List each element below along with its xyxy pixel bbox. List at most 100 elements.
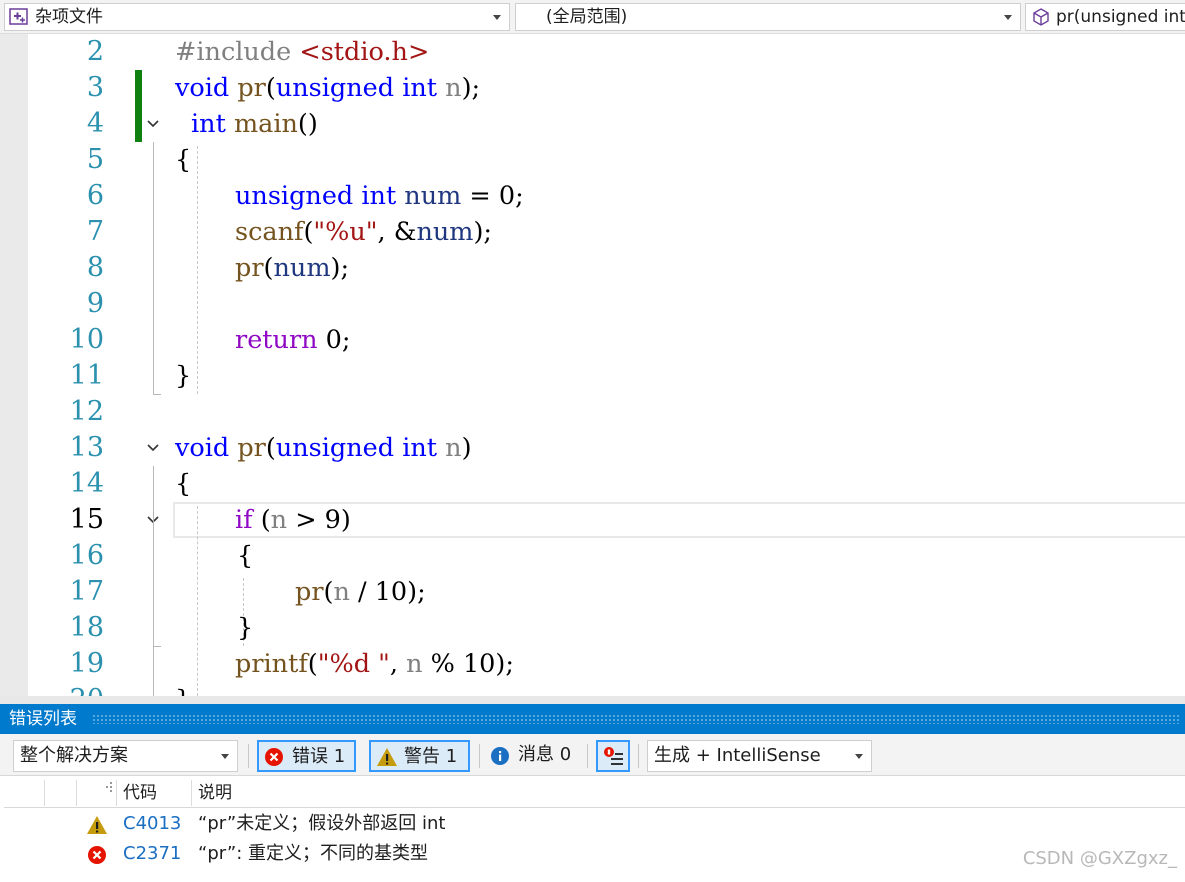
code-line-17: pr(n / 10); bbox=[295, 577, 426, 607]
build-source-value: 生成 + IntelliSense bbox=[654, 745, 821, 766]
filter-toggle-button[interactable] bbox=[596, 740, 630, 772]
fold-chevron-icon[interactable] bbox=[146, 430, 160, 466]
line-number: 19 bbox=[69, 648, 104, 679]
code-line-6: unsigned int num = 0; bbox=[235, 181, 524, 211]
line-number: 20 bbox=[28, 682, 104, 696]
code-line-11: } bbox=[175, 361, 192, 391]
chevron-down-icon[interactable] bbox=[855, 754, 863, 759]
toolbar-divider bbox=[248, 744, 249, 768]
code-line-14: { bbox=[175, 469, 192, 499]
error-list-toolbar: 整个解决方案 错误 1 警告 1 消息 0 生成 + IntelliSense bbox=[0, 734, 1185, 776]
code-line-3: void pr(unsigned int n); bbox=[175, 73, 481, 103]
code-line-18: } bbox=[237, 613, 254, 643]
scope-select-value: 整个解决方案 bbox=[20, 745, 128, 766]
error-code-link[interactable]: C2371 bbox=[123, 839, 181, 869]
line-number: 2 bbox=[86, 36, 104, 67]
code-line-10: return 0; bbox=[235, 325, 351, 355]
indent-guide bbox=[197, 506, 198, 696]
column-divider bbox=[116, 780, 117, 806]
line-number-current: 15 bbox=[69, 504, 104, 535]
toolbar-divider bbox=[479, 744, 480, 768]
watermark: CSDN @GXZgxz_ bbox=[1022, 848, 1177, 869]
function-scope-dropdown[interactable]: pr(unsigned int n) bbox=[1025, 3, 1185, 31]
errors-filter-button[interactable]: 错误 1 bbox=[257, 740, 356, 772]
line-number: 7 bbox=[86, 216, 104, 247]
line-number: 3 bbox=[86, 72, 104, 103]
line-number: 9 bbox=[86, 288, 104, 319]
line-number: 11 bbox=[69, 360, 104, 391]
code-editor[interactable]: 2 3 4 5 6 7 8 9 10 11 12 13 14 15 16 17 … bbox=[0, 34, 1185, 696]
chevron-down-icon[interactable] bbox=[493, 15, 501, 20]
messages-count-label: 消息 0 bbox=[518, 744, 572, 765]
line-number: 12 bbox=[69, 396, 104, 427]
code-line-5: { bbox=[175, 145, 192, 175]
chevron-down-icon[interactable] bbox=[1004, 15, 1012, 20]
errors-count-label: 错误 1 bbox=[292, 746, 346, 767]
column-divider bbox=[44, 780, 45, 806]
warning-triangle-icon bbox=[377, 748, 397, 766]
code-line-19: printf("%d ", n % 10); bbox=[235, 649, 514, 679]
function-scope-label: pr(unsigned int n) bbox=[1056, 7, 1185, 27]
column-header-description[interactable]: 说明 bbox=[198, 778, 232, 808]
code-line-15: if (n > 9) bbox=[235, 505, 351, 535]
column-divider bbox=[76, 780, 77, 806]
file-scope-dropdown[interactable]: 杂项文件 bbox=[4, 3, 510, 31]
line-number: 14 bbox=[69, 468, 104, 499]
error-list-title-bar[interactable]: 错误列表 bbox=[0, 704, 1185, 734]
line-number: 6 bbox=[86, 180, 104, 211]
grid-header: 代码 说明 bbox=[4, 778, 1185, 808]
code-line-20: } bbox=[175, 682, 191, 696]
code-line-8: pr(num); bbox=[235, 253, 350, 283]
table-row[interactable]: C2371 “pr”: 重定义；不同的基类型 bbox=[4, 839, 1185, 869]
change-indicator bbox=[135, 70, 142, 142]
info-circle-icon bbox=[491, 747, 509, 765]
panel-splitter[interactable] bbox=[0, 696, 1185, 704]
line-number: 10 bbox=[69, 324, 104, 355]
line-number: 16 bbox=[69, 540, 104, 571]
toolbar-divider bbox=[587, 744, 588, 768]
error-circle-icon bbox=[265, 748, 283, 766]
warning-triangle-icon bbox=[87, 816, 107, 834]
code-line-13: void pr(unsigned int n) bbox=[175, 433, 472, 463]
sort-grip-icon[interactable] bbox=[104, 782, 114, 792]
error-description: “pr”未定义；假设外部返回 int bbox=[198, 813, 446, 834]
fold-region-end bbox=[153, 394, 161, 395]
line-number: 8 bbox=[86, 252, 104, 283]
code-line-16: { bbox=[237, 541, 254, 571]
code-line-4: int main() bbox=[191, 109, 318, 139]
line-number: 5 bbox=[86, 144, 104, 175]
line-number: 17 bbox=[69, 576, 104, 607]
line-number: 18 bbox=[69, 612, 104, 643]
scope-select[interactable]: 整个解决方案 bbox=[13, 740, 238, 772]
fold-region-line bbox=[153, 538, 154, 646]
line-number: 4 bbox=[86, 108, 104, 139]
error-list-grid: 代码 说明 C4013 “pr”未定义；假设外部返回 int C2371 “pr… bbox=[0, 776, 1185, 882]
add-file-icon bbox=[9, 8, 28, 25]
build-source-select[interactable]: 生成 + IntelliSense bbox=[647, 740, 872, 772]
error-circle-icon bbox=[88, 846, 106, 864]
code-line-2: #include <stdio.h> bbox=[175, 37, 430, 67]
indent-guide bbox=[197, 146, 198, 394]
chevron-down-icon[interactable] bbox=[221, 754, 229, 759]
filter-list-icon bbox=[604, 747, 623, 765]
editor-margin bbox=[0, 34, 28, 696]
global-scope-dropdown[interactable]: (全局范围) bbox=[515, 3, 1021, 31]
warnings-count-label: 警告 1 bbox=[404, 746, 458, 767]
fold-region-line bbox=[153, 142, 154, 394]
messages-filter-button[interactable]: 消息 0 bbox=[485, 740, 580, 772]
global-scope-label: (全局范围) bbox=[546, 7, 628, 27]
error-list-title: 错误列表 bbox=[9, 709, 77, 729]
title-bar-grip bbox=[92, 714, 1181, 724]
table-row[interactable]: C4013 “pr”未定义；假设外部返回 int bbox=[4, 809, 1185, 839]
toolbar-divider bbox=[638, 744, 639, 768]
error-code-link[interactable]: C4013 bbox=[123, 809, 181, 839]
column-header-code[interactable]: 代码 bbox=[123, 778, 157, 808]
column-divider bbox=[191, 780, 192, 806]
fold-chevron-icon[interactable] bbox=[146, 106, 160, 142]
code-line-7: scanf("%u", &num); bbox=[235, 217, 493, 247]
navigation-bar: 杂项文件 (全局范围) pr(unsigned int n) bbox=[0, 0, 1185, 34]
fold-region-end bbox=[153, 646, 161, 647]
line-number: 13 bbox=[69, 432, 104, 463]
cube-method-icon bbox=[1033, 8, 1049, 26]
warnings-filter-button[interactable]: 警告 1 bbox=[369, 740, 470, 772]
